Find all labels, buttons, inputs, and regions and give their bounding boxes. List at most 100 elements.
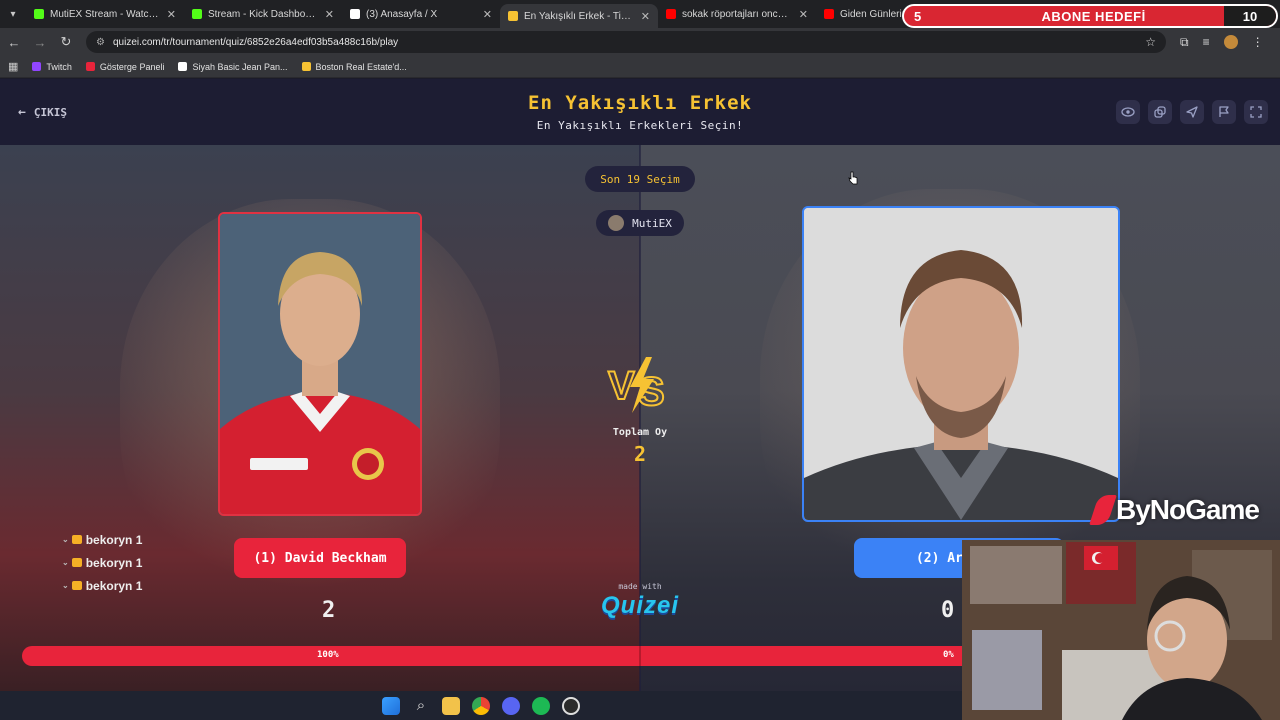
tab-close-icon[interactable]: ✕: [325, 8, 334, 21]
browser-toolbar: ← → ↻ ⚙ quizei.com/tr/tournament/quiz/68…: [0, 28, 1280, 56]
kick-icon: [192, 9, 202, 19]
total-votes-label: Toplam Oy: [612, 427, 668, 438]
bookmark-label: Siyah Basic Jean Pan...: [192, 61, 288, 72]
search-icon[interactable]: ⌕: [412, 697, 430, 715]
youtube-icon: [824, 9, 834, 19]
browser-tab[interactable]: Stream - Kick Dashboard ✕: [184, 0, 342, 28]
bookmark-jean[interactable]: Siyah Basic Jean Pan...: [178, 61, 288, 72]
progress-midline: [639, 646, 641, 666]
toolbar-actions: ⧉ ≡ ⋮: [1180, 35, 1264, 50]
flag-icon[interactable]: [1212, 100, 1236, 124]
bookmark-boston[interactable]: Boston Real Estate'd...: [301, 62, 407, 72]
tab-title: MutiEX Stream - Watch Live on: [50, 8, 161, 20]
voter-name: bekoryn: [85, 555, 133, 570]
tab-title: Stream - Kick Dashboard: [208, 8, 319, 20]
subscribe-goal-bar: 5 ABONE HEDEFİ 10: [902, 4, 1278, 28]
obs-icon[interactable]: [562, 696, 580, 715]
hand-cursor-icon: [848, 171, 858, 185]
vs-lightning-icon: V S: [607, 357, 666, 415]
bookmark-dashboard[interactable]: Gösterge Paneli: [85, 62, 164, 72]
s-logo-icon: [301, 62, 311, 71]
bookmark-twitch[interactable]: Twitch: [32, 62, 72, 72]
browser-tab-active[interactable]: En Yakışıklı Erkek - Tier List, Kör ✕: [500, 4, 658, 28]
candidate-right-photo: [804, 208, 1118, 520]
chevron-down-icon: ⌄: [62, 535, 69, 544]
voter-row: ⌄ bekoryn 1: [62, 528, 142, 551]
right-percent: 0%: [943, 650, 954, 660]
reload-icon[interactable]: ↻: [54, 30, 78, 54]
voter-name: bekoryn: [85, 532, 133, 547]
voter-row: ⌄ bekoryn 1: [62, 551, 142, 574]
candidate-left-button[interactable]: (1) David Beckham: [234, 538, 406, 578]
tab-close-icon[interactable]: ✕: [641, 10, 650, 23]
tab-title: sokak röportajları once said - Yo: [682, 8, 793, 20]
goal-current: 5: [914, 8, 922, 24]
back-icon[interactable]: ←: [2, 30, 26, 54]
os-taskbar: ⌕: [0, 691, 962, 720]
webcam-overlay: [962, 540, 1280, 720]
reading-list-icon[interactable]: ≡: [1203, 35, 1210, 49]
fullscreen-icon[interactable]: [1244, 100, 1268, 124]
twitch-icon: [32, 62, 42, 71]
candidate-left-image[interactable]: [218, 212, 422, 516]
page-title: En Yakışıklı Erkek: [528, 92, 752, 114]
bookmarks-bar: ▦ Twitch Gösterge Paneli Siyah Basic Jea…: [0, 56, 1280, 78]
webcam-feed: [962, 540, 1280, 720]
apps-grid-icon[interactable]: ▦: [8, 60, 18, 73]
forward-icon[interactable]: →: [28, 30, 52, 54]
goal-target: 10: [1242, 8, 1258, 24]
tab-close-icon[interactable]: ✕: [167, 8, 176, 21]
crown-icon: [71, 535, 82, 544]
round-label-pill: Son 19 Seçim: [585, 166, 695, 192]
candidate-left-photo: [220, 214, 420, 514]
extensions-icon[interactable]: ⧉: [1180, 35, 1189, 50]
browser-tab[interactable]: sokak röportajları once said - Yo ✕: [658, 0, 816, 28]
bookmark-star-icon[interactable]: ☆: [1145, 35, 1156, 49]
shop-icon: [178, 62, 188, 71]
send-icon[interactable]: [1180, 100, 1204, 124]
tab-search-chevron-icon[interactable]: ▾: [0, 0, 26, 28]
total-votes-value: 2: [633, 442, 647, 466]
streamer-avatar: [608, 215, 625, 231]
more-menu-icon[interactable]: ⋮: [1252, 35, 1264, 49]
spotify-icon[interactable]: [532, 696, 550, 715]
link-icon[interactable]: [1148, 100, 1172, 124]
goal-label: ABONE HEDEFİ: [1041, 8, 1146, 24]
crown-icon: [71, 558, 82, 567]
site-info-icon[interactable]: ⚙: [96, 37, 105, 48]
chevron-down-icon: ⌄: [62, 558, 69, 567]
streamer-name: MutiEX: [632, 216, 672, 230]
youtube-icon: [666, 9, 676, 19]
bynogame-mark-icon: [1089, 495, 1117, 525]
goal-target-box: 10: [1224, 6, 1276, 26]
file-explorer-icon[interactable]: [442, 696, 460, 715]
streamer-pill: MutiEX: [596, 210, 684, 236]
page-header: ← ÇIKIŞ En Yakışıklı Erkek En Yakışıklı …: [0, 79, 1280, 145]
sponsor-name: ByNoGame: [1116, 494, 1260, 525]
sponsor-logo: ByNoGame: [1089, 494, 1260, 526]
tab-close-icon[interactable]: ✕: [483, 8, 492, 21]
chrome-icon[interactable]: [472, 696, 490, 715]
discord-icon[interactable]: [502, 696, 520, 715]
tab-title: En Yakışıklı Erkek - Tier List, Kör: [524, 10, 635, 22]
x-icon: [350, 9, 360, 19]
voter-count: 1: [135, 532, 143, 547]
kick-icon: [34, 9, 44, 19]
candidate-left-name: (1) David Beckham: [253, 550, 387, 566]
tab-title: (3) Anasayfa / X: [366, 8, 438, 20]
address-bar[interactable]: ⚙ quizei.com/tr/tournament/quiz/6852e26a…: [86, 31, 1166, 53]
eye-icon[interactable]: [1116, 100, 1140, 124]
browser-tab[interactable]: MutiEX Stream - Watch Live on ✕: [26, 0, 184, 28]
windows-start-icon[interactable]: [382, 696, 400, 715]
url-text: quizei.com/tr/tournament/quiz/6852e26a4e…: [112, 36, 399, 48]
voter-count: 1: [135, 555, 143, 570]
profile-avatar-icon[interactable]: [1223, 35, 1238, 49]
left-percent: 100%: [317, 650, 339, 660]
page-subtitle: En Yakışıklı Erkekleri Seçin!: [536, 119, 744, 132]
candidate-right-image[interactable]: [802, 206, 1120, 522]
dashboard-icon: [85, 62, 95, 71]
browser-tab[interactable]: (3) Anasayfa / X ✕: [342, 0, 500, 28]
header-actions: [1116, 100, 1268, 124]
quizei-icon: [508, 11, 518, 21]
tab-close-icon[interactable]: ✕: [799, 8, 808, 21]
